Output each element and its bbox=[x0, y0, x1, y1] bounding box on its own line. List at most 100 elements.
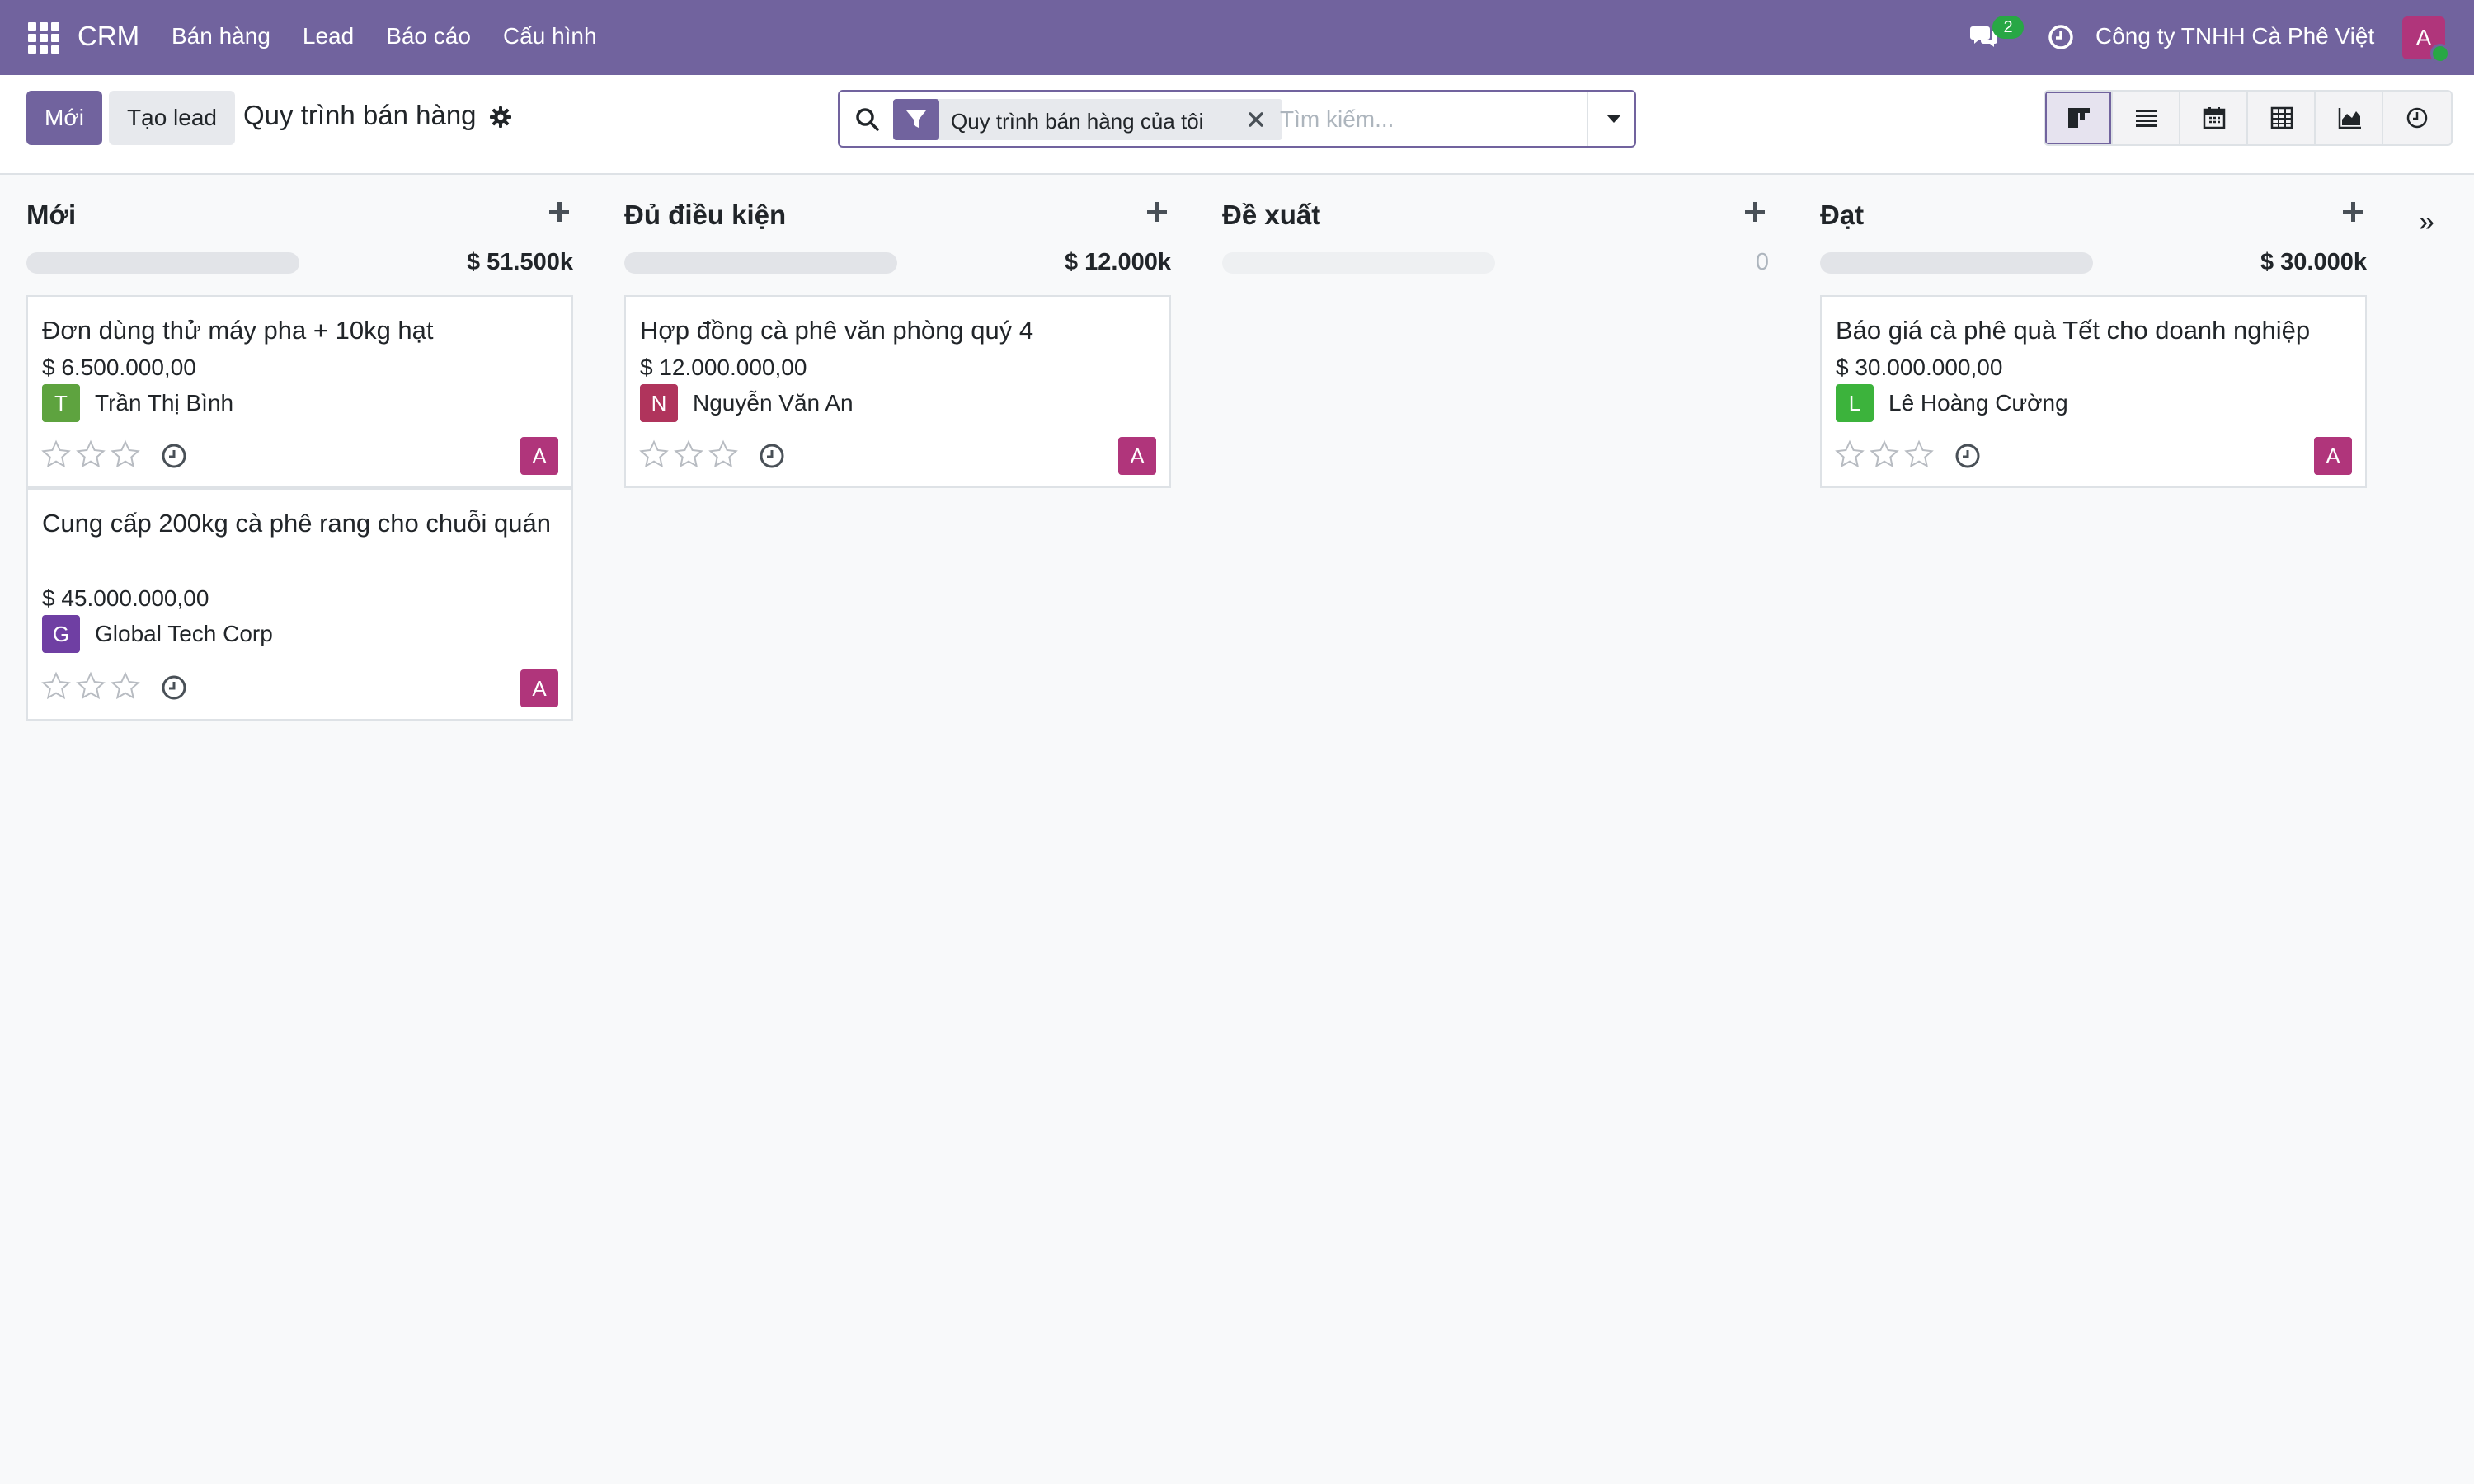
chevron-down-icon bbox=[1606, 115, 1621, 123]
activity-clock-icon[interactable] bbox=[2047, 23, 2075, 51]
card-title: Đơn dùng thử máy pha + 10kg hạt bbox=[42, 316, 434, 345]
card-amount: $ 30.000.000,00 bbox=[1836, 355, 2003, 380]
assigned-user-avatar[interactable]: A bbox=[520, 437, 558, 475]
column-progress-bar[interactable] bbox=[26, 252, 299, 274]
app-brand[interactable]: CRM bbox=[78, 21, 139, 52]
activity-view-icon bbox=[2406, 107, 2428, 129]
activity-clock-icon[interactable] bbox=[1954, 442, 1982, 470]
column-progress-bar[interactable] bbox=[624, 252, 897, 274]
pivot-table-icon bbox=[2270, 106, 2293, 129]
online-status-dot bbox=[2430, 44, 2450, 63]
partner-avatar: T bbox=[42, 384, 80, 422]
search-options-toggle[interactable] bbox=[1587, 92, 1636, 146]
facet-remove-icon[interactable] bbox=[1244, 107, 1268, 132]
star-icon[interactable] bbox=[708, 439, 738, 469]
star-icon[interactable] bbox=[1870, 439, 1899, 469]
kanban-card[interactable]: Hợp đồng cà phê văn phòng quý 4 $ 12.000… bbox=[624, 295, 1171, 488]
star-icon[interactable] bbox=[1904, 439, 1934, 469]
partner-name: Lê Hoàng Cường bbox=[1888, 390, 2068, 416]
quick-create-plus-icon[interactable] bbox=[1143, 198, 1171, 226]
assigned-user-avatar[interactable]: A bbox=[2314, 437, 2352, 475]
menu-item-lead[interactable]: Lead bbox=[303, 23, 354, 49]
calendar-icon bbox=[2203, 107, 2226, 129]
top-navbar: CRM Bán hàng Lead Báo cáo Cấu hình 2 Côn… bbox=[0, 0, 2474, 75]
view-calendar-button[interactable] bbox=[2180, 92, 2248, 144]
facet-label: Quy trình bán hàng của tôi bbox=[951, 109, 1204, 134]
activity-clock-icon[interactable] bbox=[160, 674, 188, 702]
activity-clock-icon[interactable] bbox=[160, 442, 188, 470]
star-icon[interactable] bbox=[41, 671, 71, 701]
kanban-icon bbox=[2068, 108, 2090, 128]
kanban-card[interactable]: Cung cấp 200kg cà phê rang cho chuỗi quá… bbox=[26, 488, 573, 721]
card-title: Báo giá cà phê quà Tết cho doanh nghiệp bbox=[1836, 316, 2311, 345]
page-title: Quy trình bán hàng bbox=[243, 100, 477, 130]
filter-icon bbox=[893, 99, 939, 140]
star-icon[interactable] bbox=[111, 439, 140, 469]
partner-avatar: L bbox=[1836, 384, 1874, 422]
partner-name: Trần Thị Bình bbox=[95, 390, 234, 416]
priority-stars bbox=[639, 439, 738, 469]
column-title[interactable]: Đề xuất bbox=[1222, 200, 1320, 231]
fold-columns-chevron-icon[interactable]: » bbox=[2419, 206, 2434, 238]
card-amount: $ 6.500.000,00 bbox=[42, 355, 196, 380]
search-icon[interactable] bbox=[854, 106, 881, 133]
column-title[interactable]: Mới bbox=[26, 200, 76, 231]
star-icon[interactable] bbox=[1835, 439, 1865, 469]
partner-avatar: G bbox=[42, 615, 80, 653]
quick-create-plus-icon[interactable] bbox=[2339, 198, 2367, 226]
list-icon bbox=[2136, 110, 2157, 127]
column-title[interactable]: Đủ điều kiện bbox=[624, 200, 786, 231]
column-progress-bar[interactable] bbox=[1222, 252, 1495, 274]
main-menu: Bán hàng Lead Báo cáo Cấu hình bbox=[172, 23, 629, 49]
star-icon[interactable] bbox=[76, 439, 106, 469]
search-input[interactable] bbox=[1280, 100, 1585, 139]
view-list-button[interactable] bbox=[2113, 92, 2180, 144]
star-icon[interactable] bbox=[674, 439, 703, 469]
card-title: Hợp đồng cà phê văn phòng quý 4 bbox=[640, 316, 1034, 345]
quick-create-plus-icon[interactable] bbox=[1741, 198, 1769, 226]
column-total: 0 bbox=[1755, 249, 1769, 275]
column-title[interactable]: Đạt bbox=[1820, 200, 1864, 231]
priority-stars bbox=[41, 439, 140, 469]
search-facet: Quy trình bán hàng của tôi bbox=[893, 99, 1282, 140]
card-partner: L Lê Hoàng Cường bbox=[1836, 384, 2068, 422]
view-graph-button[interactable] bbox=[2316, 92, 2383, 144]
partner-name: Nguyễn Văn An bbox=[693, 390, 854, 416]
kanban-card[interactable]: Đơn dùng thử máy pha + 10kg hạt $ 6.500.… bbox=[26, 295, 573, 488]
column-progress-bar[interactable] bbox=[1820, 252, 2093, 274]
chat-count-badge: 2 bbox=[1992, 16, 2024, 39]
view-switcher bbox=[2044, 90, 2453, 146]
card-amount: $ 12.000.000,00 bbox=[640, 355, 807, 380]
card-title: Cung cấp 200kg cà phê rang cho chuỗi quá… bbox=[42, 509, 552, 538]
company-switcher[interactable]: Công ty TNHH Cà Phê Việt bbox=[2095, 23, 2374, 49]
card-partner: G Global Tech Corp bbox=[42, 615, 273, 653]
assigned-user-avatar[interactable]: A bbox=[1118, 437, 1156, 475]
search-bar: Quy trình bán hàng của tôi bbox=[838, 90, 1636, 148]
apps-menu-icon[interactable] bbox=[28, 22, 59, 54]
quick-create-plus-icon[interactable] bbox=[545, 198, 573, 226]
menu-item-config[interactable]: Cấu hình bbox=[503, 23, 597, 49]
new-button[interactable]: Mới bbox=[26, 91, 102, 145]
column-total: $ 51.500k bbox=[466, 249, 573, 275]
gear-icon[interactable] bbox=[490, 106, 511, 128]
column-total: $ 30.000k bbox=[2260, 249, 2367, 275]
card-amount: $ 45.000.000,00 bbox=[42, 585, 209, 611]
menu-item-reports[interactable]: Báo cáo bbox=[386, 23, 471, 49]
view-kanban-button[interactable] bbox=[2045, 92, 2113, 144]
star-icon[interactable] bbox=[639, 439, 669, 469]
card-partner: T Trần Thị Bình bbox=[42, 384, 233, 422]
assigned-user-avatar[interactable]: A bbox=[520, 669, 558, 707]
partner-name: Global Tech Corp bbox=[95, 621, 273, 646]
view-activity-button[interactable] bbox=[2383, 92, 2451, 144]
create-lead-button[interactable]: Tạo lead bbox=[109, 91, 235, 145]
view-pivot-button[interactable] bbox=[2248, 92, 2316, 144]
activity-clock-icon[interactable] bbox=[758, 442, 786, 470]
star-icon[interactable] bbox=[41, 439, 71, 469]
star-icon[interactable] bbox=[76, 671, 106, 701]
control-panel: Mới Tạo lead Quy trình bán hàng Quy trìn… bbox=[0, 75, 2474, 175]
partner-avatar: N bbox=[640, 384, 678, 422]
priority-stars bbox=[1835, 439, 1934, 469]
kanban-card[interactable]: Báo giá cà phê quà Tết cho doanh nghiệp … bbox=[1820, 295, 2367, 488]
menu-item-sales[interactable]: Bán hàng bbox=[172, 23, 270, 49]
star-icon[interactable] bbox=[111, 671, 140, 701]
